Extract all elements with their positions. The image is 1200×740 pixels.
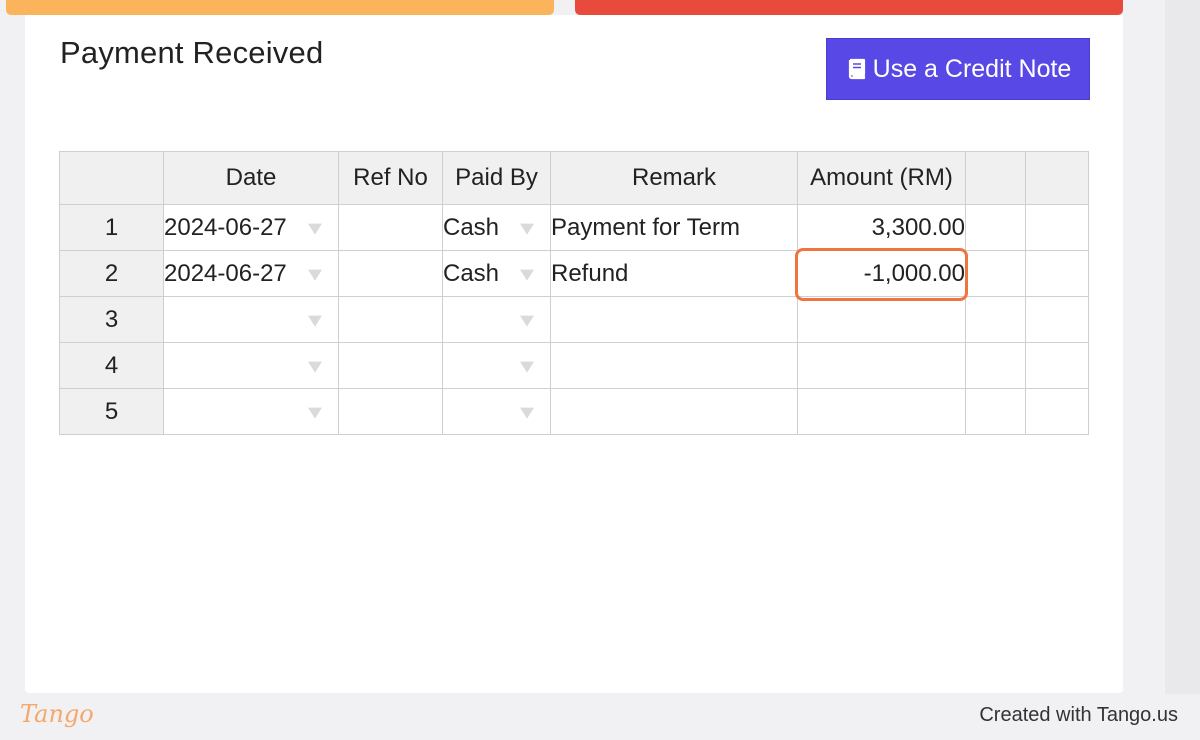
paid-by-cell[interactable] bbox=[442, 296, 551, 343]
credit-button-label: Use a Credit Note bbox=[872, 54, 1072, 83]
header-paid-by: Paid By bbox=[442, 151, 551, 205]
ref-no-cell[interactable] bbox=[338, 388, 443, 435]
dropdown-arrow-icon[interactable] bbox=[520, 315, 534, 327]
table-row: 3 bbox=[59, 296, 1089, 343]
extra-cell-2[interactable] bbox=[1025, 296, 1089, 343]
date-cell[interactable] bbox=[163, 296, 339, 343]
date-cell[interactable] bbox=[163, 342, 339, 389]
header-row-number bbox=[59, 151, 164, 205]
footer-credit: Created with Tango.us bbox=[979, 704, 1178, 726]
table-row: 1 2024-06-27 Cash Payment for Term 3,300… bbox=[59, 204, 1089, 251]
book-icon bbox=[848, 58, 865, 80]
remark-cell[interactable]: Refund bbox=[550, 250, 798, 297]
dropdown-arrow-icon[interactable] bbox=[520, 407, 534, 419]
screen: Payment Received Use a Credit Note Date … bbox=[0, 0, 1200, 740]
date-value: 2024-06-27 bbox=[164, 259, 287, 287]
use-credit-note-button[interactable]: Use a Credit Note bbox=[826, 38, 1090, 100]
table-row: 5 bbox=[59, 388, 1089, 435]
ref-no-cell[interactable] bbox=[338, 342, 443, 389]
paid-by-cell[interactable]: Cash bbox=[442, 204, 551, 251]
dropdown-arrow-icon[interactable] bbox=[520, 361, 534, 373]
remark-cell[interactable]: Payment for Term bbox=[550, 204, 798, 251]
table-row: 2 2024-06-27 Cash Refund -1,000.00 bbox=[59, 248, 1089, 301]
paid-by-cell[interactable]: Cash bbox=[442, 250, 551, 297]
payment-panel: Payment Received Use a Credit Note Date … bbox=[25, 15, 1123, 693]
dropdown-arrow-icon[interactable] bbox=[520, 269, 534, 281]
date-cell[interactable] bbox=[163, 388, 339, 435]
amount-cell[interactable] bbox=[797, 388, 966, 435]
row-number: 5 bbox=[59, 388, 164, 435]
header-extra-1 bbox=[965, 151, 1026, 205]
amount-cell[interactable] bbox=[797, 296, 966, 343]
row-number: 1 bbox=[59, 204, 164, 251]
dropdown-arrow-icon[interactable] bbox=[308, 407, 322, 419]
dropdown-arrow-icon[interactable] bbox=[308, 223, 322, 235]
date-cell[interactable]: 2024-06-27 bbox=[163, 250, 339, 297]
remark-cell[interactable] bbox=[550, 342, 798, 389]
scrollbar-track[interactable] bbox=[1165, 0, 1200, 694]
paid-by-value: Cash bbox=[443, 213, 500, 241]
extra-cell-2[interactable] bbox=[1025, 250, 1089, 297]
extra-cell-1[interactable] bbox=[965, 204, 1026, 251]
remark-cell[interactable] bbox=[550, 296, 798, 343]
amount-cell[interactable]: 3,300.00 bbox=[797, 204, 966, 251]
amount-cell[interactable]: -1,000.00 bbox=[795, 248, 968, 301]
extra-cell-2[interactable] bbox=[1025, 342, 1089, 389]
dropdown-arrow-icon[interactable] bbox=[520, 223, 534, 235]
ref-no-cell[interactable] bbox=[338, 296, 443, 343]
table-header-row: Date Ref No Paid By Remark Amount (RM) bbox=[59, 151, 1089, 205]
header-remark: Remark bbox=[550, 151, 798, 205]
header-amount: Amount (RM) bbox=[797, 151, 966, 205]
dropdown-arrow-icon[interactable] bbox=[308, 361, 322, 373]
table-row: 4 bbox=[59, 342, 1089, 389]
extra-cell-1[interactable] bbox=[965, 250, 1026, 297]
row-number: 2 bbox=[59, 250, 164, 297]
extra-cell-1[interactable] bbox=[965, 296, 1026, 343]
dropdown-arrow-icon[interactable] bbox=[308, 269, 322, 281]
amount-cell[interactable] bbox=[797, 342, 966, 389]
tango-logo: Tango bbox=[20, 700, 94, 728]
header-extra-2 bbox=[1025, 151, 1089, 205]
paid-by-cell[interactable] bbox=[442, 342, 551, 389]
remark-cell[interactable] bbox=[550, 388, 798, 435]
row-number: 4 bbox=[59, 342, 164, 389]
amount-value: -1,000.00 bbox=[863, 259, 965, 287]
extra-cell-2[interactable] bbox=[1025, 388, 1089, 435]
paid-by-value: Cash bbox=[443, 259, 500, 287]
extra-cell-1[interactable] bbox=[965, 342, 1026, 389]
extra-cell-1[interactable] bbox=[965, 388, 1026, 435]
date-cell[interactable]: 2024-06-27 bbox=[163, 204, 339, 251]
header-date: Date bbox=[163, 151, 339, 205]
status-bar-orange bbox=[6, 0, 554, 15]
ref-no-cell[interactable] bbox=[338, 204, 443, 251]
status-bar-red bbox=[575, 0, 1123, 15]
payment-table: Date Ref No Paid By Remark Amount (RM) 1… bbox=[59, 151, 1089, 435]
paid-by-cell[interactable] bbox=[442, 388, 551, 435]
row-number: 3 bbox=[59, 296, 164, 343]
header-ref-no: Ref No bbox=[338, 151, 443, 205]
ref-no-cell[interactable] bbox=[338, 250, 443, 297]
extra-cell-2[interactable] bbox=[1025, 204, 1089, 251]
dropdown-arrow-icon[interactable] bbox=[308, 315, 322, 327]
date-value: 2024-06-27 bbox=[164, 213, 287, 241]
page-title: Payment Received bbox=[60, 35, 324, 70]
